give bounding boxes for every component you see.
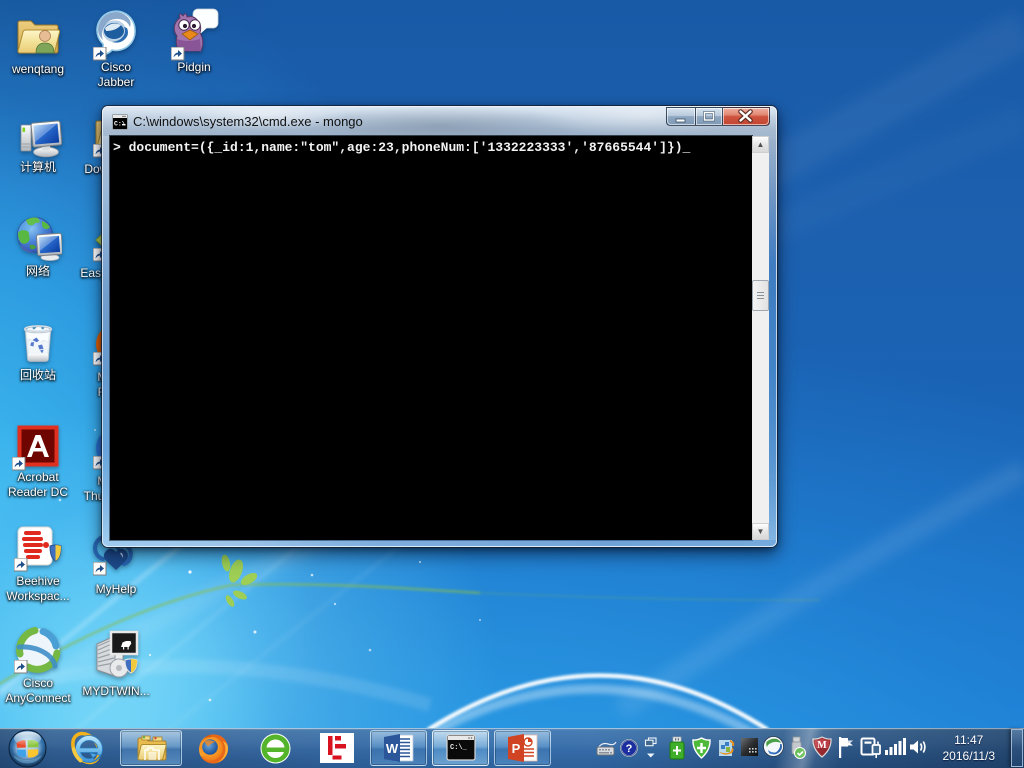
svg-text:P: P <box>512 741 521 756</box>
svg-text:C:\_: C:\_ <box>450 744 468 752</box>
svg-text:W: W <box>386 741 399 756</box>
svg-text:?: ? <box>626 743 633 755</box>
